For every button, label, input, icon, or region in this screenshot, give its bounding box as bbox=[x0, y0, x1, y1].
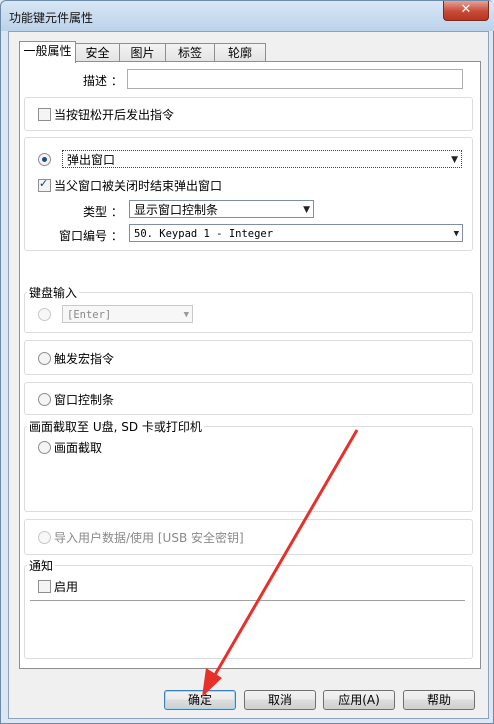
release-group: 当按钮松开后发出指令 bbox=[24, 97, 473, 131]
chevron-down-icon: ▼ bbox=[183, 310, 189, 320]
notify-enable-checkbox[interactable] bbox=[38, 580, 51, 593]
notify-group-title: 通知 bbox=[27, 557, 56, 574]
tab-general[interactable]: 一般属性 bbox=[19, 41, 76, 63]
tab-picture[interactable]: 图片 bbox=[119, 43, 166, 62]
description-label: 描述 ： bbox=[83, 74, 123, 88]
tab-page-general: 描述 ： 当按钮松开后发出指令 弹出窗口 ▼ 当父窗口被关闭时结束弹出窗口 类型… bbox=[19, 61, 481, 669]
dialog-client: 一般属性 安全 图片 标签 轮廓 描述 ： 当按钮松开后发出指令 弹出窗口 ▼ … bbox=[8, 31, 489, 719]
release-checkbox[interactable] bbox=[38, 108, 51, 121]
tab-general-label: 一般属性 bbox=[23, 44, 72, 58]
keyboard-combo-value: [Enter] bbox=[67, 309, 112, 321]
tab-label-label: 标签 bbox=[177, 46, 202, 60]
chevron-down-icon: ▼ bbox=[451, 155, 458, 165]
window-bar-group: 窗口控制条 bbox=[24, 382, 473, 415]
tab-outline[interactable]: 轮廓 bbox=[214, 43, 266, 62]
close-with-parent-label: 当父窗口被关闭时结束弹出窗口 bbox=[54, 179, 223, 193]
macro-radio[interactable] bbox=[38, 352, 51, 365]
keyboard-combo[interactable]: [Enter] ▼ bbox=[62, 305, 193, 323]
chevron-down-icon: ▼ bbox=[303, 205, 310, 215]
capture-group-title: 画面截取至 U盘, SD 卡或打印机 bbox=[27, 418, 204, 435]
popup-group: 弹出窗口 ▼ 当父窗口被关闭时结束弹出窗口 类型 ： 显示窗口控制条 ▼ 窗口编… bbox=[24, 137, 473, 251]
close-with-parent-checkbox[interactable] bbox=[38, 177, 51, 192]
capture-radio[interactable] bbox=[38, 441, 51, 454]
macro-label: 触发宏指令 bbox=[54, 352, 115, 366]
apply-button-label: 应用(A) bbox=[338, 693, 380, 707]
popup-combo[interactable]: 弹出窗口 ▼ bbox=[62, 150, 462, 168]
import-label: 导入用户数据/使用 [USB 安全密钥] bbox=[54, 531, 244, 545]
keyboard-group-title: 键盘输入 bbox=[27, 284, 80, 301]
ok-button-label: 确定 bbox=[187, 693, 212, 707]
keyboard-group: 键盘输入 [Enter] ▼ bbox=[24, 284, 473, 333]
keyboard-radio[interactable] bbox=[38, 308, 51, 321]
tab-outline-label: 轮廓 bbox=[227, 46, 252, 60]
help-button[interactable]: 帮助 bbox=[403, 690, 475, 710]
cancel-button-label: 取消 bbox=[267, 693, 292, 707]
import-radio[interactable] bbox=[38, 531, 51, 544]
window-number-value: 50. Keypad 1 - Integer bbox=[134, 228, 274, 240]
ok-button[interactable]: 确定 bbox=[164, 690, 236, 710]
cancel-button[interactable]: 取消 bbox=[244, 690, 316, 710]
popup-combo-value: 弹出窗口 bbox=[67, 153, 116, 167]
window-number-label: 窗口编号 ： bbox=[59, 229, 123, 243]
popup-radio[interactable] bbox=[38, 153, 51, 166]
tab-picture-label: 图片 bbox=[130, 46, 155, 60]
macro-group: 触发宏指令 bbox=[24, 340, 473, 375]
title-bar[interactable]: 功能键元件属性 ✕ bbox=[1, 1, 494, 31]
apply-button[interactable]: 应用(A) bbox=[323, 690, 395, 710]
tab-label[interactable]: 标签 bbox=[165, 43, 215, 62]
notify-enable-label: 启用 bbox=[54, 580, 79, 594]
notify-group: 通知 启用 bbox=[24, 557, 473, 659]
tab-security-label: 安全 bbox=[85, 46, 110, 60]
release-checkbox-label: 当按钮松开后发出指令 bbox=[54, 108, 175, 122]
close-icon: ✕ bbox=[460, 2, 472, 17]
notify-divider bbox=[30, 600, 465, 601]
import-group: 导入用户数据/使用 [USB 安全密钥] bbox=[24, 519, 473, 555]
window-title: 功能键元件属性 bbox=[9, 11, 94, 25]
window-bar-radio[interactable] bbox=[38, 393, 51, 406]
tab-security[interactable]: 安全 bbox=[75, 43, 120, 62]
capture-group: 画面截取至 U盘, SD 卡或打印机 画面截取 bbox=[24, 418, 473, 512]
type-label: 类型 ： bbox=[83, 205, 123, 219]
description-input[interactable] bbox=[127, 69, 463, 89]
type-combo[interactable]: 显示窗口控制条 ▼ bbox=[129, 200, 314, 218]
capture-label: 画面截取 bbox=[54, 441, 103, 455]
help-button-label: 帮助 bbox=[426, 693, 451, 707]
window-number-combo[interactable]: 50. Keypad 1 - Integer ▼ bbox=[129, 224, 463, 242]
window-bar-label: 窗口控制条 bbox=[54, 393, 115, 407]
type-combo-value: 显示窗口控制条 bbox=[134, 203, 219, 217]
close-button[interactable]: ✕ bbox=[443, 1, 489, 21]
chevron-down-icon: ▼ bbox=[453, 229, 459, 239]
dialog-window: 功能键元件属性 ✕ 一般属性 安全 图片 标签 轮廓 描述 ： 当按钮松开后发出… bbox=[0, 0, 494, 724]
